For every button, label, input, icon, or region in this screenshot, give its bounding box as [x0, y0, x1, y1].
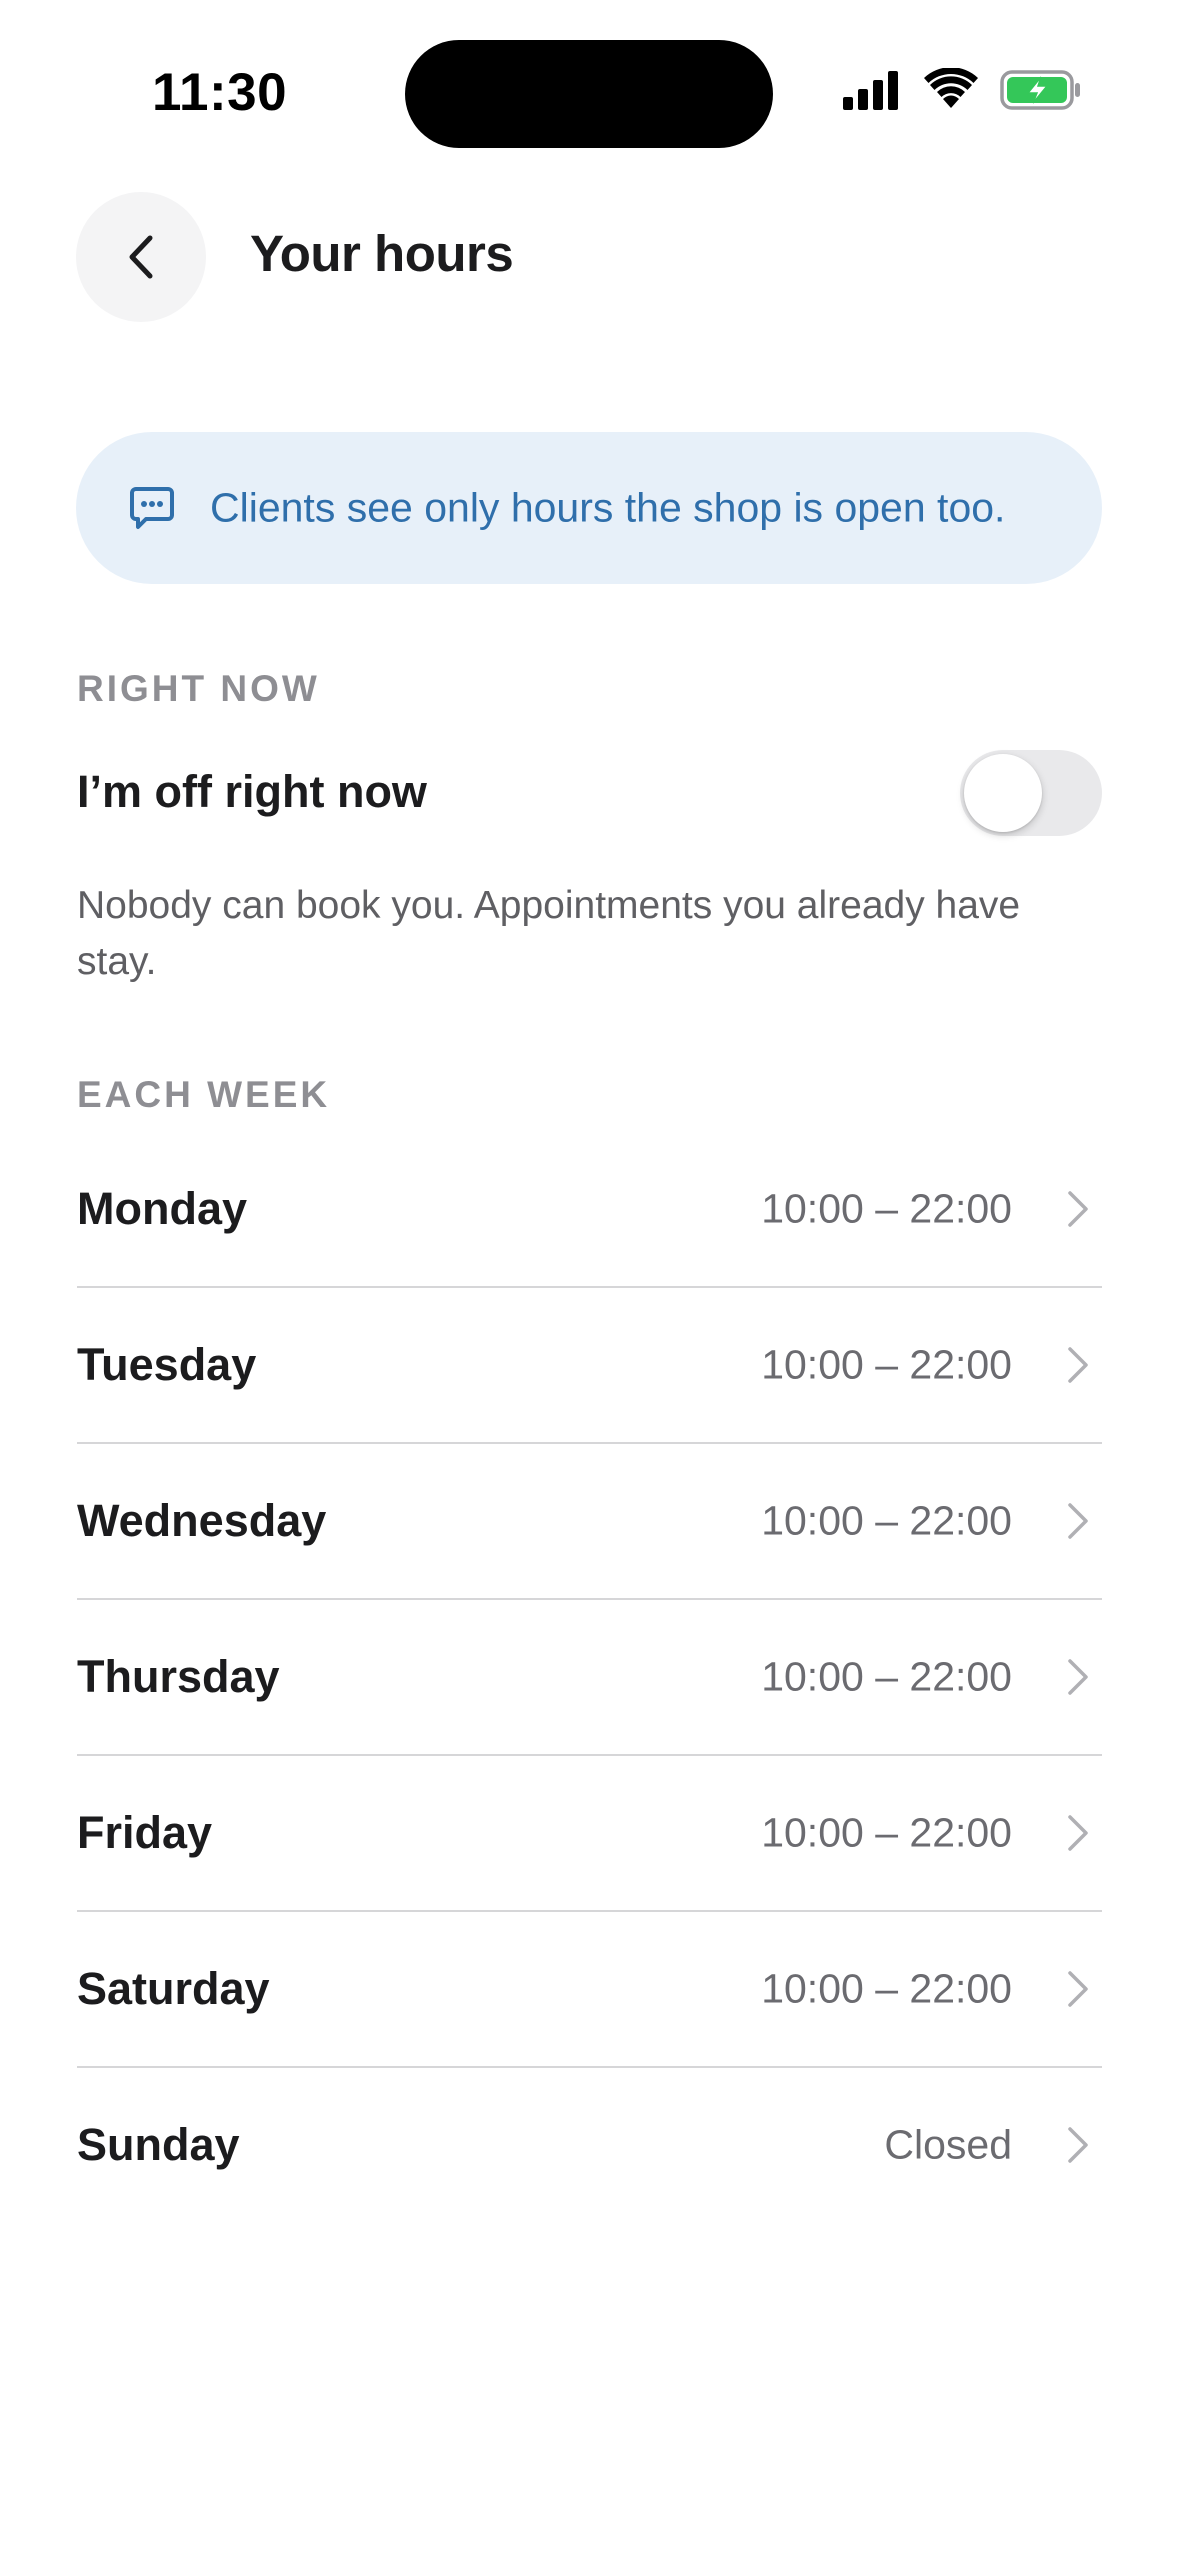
day-row-wednesday[interactable]: Wednesday 10:00 – 22:00 — [77, 1444, 1102, 1600]
status-time: 11:30 — [152, 63, 288, 122]
section-label-right-now: RIGHT NOW — [77, 668, 320, 709]
day-name: Sunday — [77, 2119, 240, 2170]
day-hours: 10:00 – 22:00 — [761, 1341, 1012, 1388]
day-row-sunday[interactable]: Sunday Closed — [77, 2068, 1102, 2222]
chevron-right-icon — [1068, 2127, 1088, 2163]
day-name: Monday — [77, 1183, 248, 1234]
day-hours: 10:00 – 22:00 — [761, 1809, 1012, 1856]
wifi-icon — [924, 68, 978, 108]
battery-charging-icon — [1000, 70, 1080, 110]
day-row-tuesday[interactable]: Tuesday 10:00 – 22:00 — [77, 1288, 1102, 1444]
off-right-now-toggle[interactable] — [960, 750, 1102, 836]
info-banner: Clients see only hours the shop is open … — [76, 432, 1102, 584]
chevron-right-icon — [1068, 1815, 1088, 1851]
day-name: Saturday — [77, 1963, 270, 2014]
section-label-each-week: EACH WEEK — [77, 1074, 331, 1115]
chevron-right-icon — [1068, 1971, 1088, 2007]
week-list: Monday 10:00 – 22:00 Tuesday 10:00 – 22:… — [77, 1132, 1102, 2222]
day-name: Tuesday — [77, 1339, 257, 1390]
status-bar: 11:30 — [0, 0, 1179, 190]
day-hours: Closed — [884, 2121, 1012, 2168]
toggle-knob — [964, 754, 1042, 832]
day-name: Thursday — [77, 1651, 280, 1702]
day-name: Wednesday — [77, 1495, 327, 1546]
day-hours: 10:00 – 22:00 — [761, 1653, 1012, 1700]
cellular-signal-icon — [843, 71, 898, 110]
chevron-right-icon — [1068, 1347, 1088, 1383]
info-banner-text: Clients see only hours the shop is open … — [210, 484, 1006, 531]
back-button[interactable] — [76, 192, 206, 322]
dynamic-island — [405, 40, 773, 148]
chat-bubble-icon — [130, 487, 174, 529]
chevron-right-icon — [1068, 1503, 1088, 1539]
chevron-right-icon — [1068, 1659, 1088, 1695]
chevron-right-icon — [1068, 1191, 1088, 1227]
page-title: Your hours — [250, 225, 514, 282]
off-right-now-description: Nobody can book you. Appointments you al… — [77, 884, 1021, 983]
day-hours: 10:00 – 22:00 — [761, 1965, 1012, 2012]
day-row-monday[interactable]: Monday 10:00 – 22:00 — [77, 1132, 1102, 1288]
day-hours: 10:00 – 22:00 — [761, 1185, 1012, 1232]
status-icons — [843, 68, 1083, 120]
day-row-friday[interactable]: Friday 10:00 – 22:00 — [77, 1756, 1102, 1912]
day-row-thursday[interactable]: Thursday 10:00 – 22:00 — [77, 1600, 1102, 1756]
chevron-left-icon — [129, 235, 153, 279]
day-name: Friday — [77, 1807, 213, 1858]
off-right-now-label: I’m off right now — [77, 766, 427, 817]
day-hours: 10:00 – 22:00 — [761, 1497, 1012, 1544]
day-row-saturday[interactable]: Saturday 10:00 – 22:00 — [77, 1912, 1102, 2068]
